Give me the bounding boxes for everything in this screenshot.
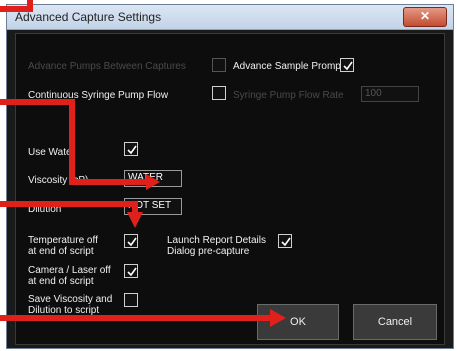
camera-laser-off-label-line2: at end of script: [28, 276, 94, 287]
dilution-label: Dilution: [28, 204, 62, 215]
close-button[interactable]: ✕: [403, 7, 447, 27]
dialog-title: Advanced Capture Settings: [15, 10, 162, 24]
temperature-off-label-line2: at end of script: [28, 246, 94, 257]
save-viscosity-checkbox[interactable]: [124, 293, 138, 307]
check-icon: [127, 267, 137, 277]
check-icon: [281, 237, 291, 247]
dilution-input[interactable]: NOT SET: [124, 198, 182, 215]
use-water-checkbox[interactable]: [124, 142, 138, 156]
camera-laser-off-label-line1: Camera / Laser off: [28, 265, 111, 276]
launch-report-checkbox[interactable]: [278, 234, 292, 248]
check-icon: [343, 61, 353, 71]
launch-report-label-line1: Launch Report Details: [167, 235, 266, 246]
check-icon: [127, 145, 137, 155]
dialog-window: Advanced Capture Settings ✕ Advance Pump…: [6, 4, 454, 349]
save-viscosity-label-line1: Save Viscosity and: [28, 294, 113, 305]
close-icon: ✕: [419, 9, 431, 23]
ok-button[interactable]: OK: [257, 304, 339, 340]
temperature-off-checkbox[interactable]: [124, 234, 138, 248]
syringe-flow-rate-input[interactable]: 100: [361, 86, 419, 102]
check-icon: [127, 237, 137, 247]
launch-report-label-line2: Dialog pre-capture: [167, 246, 250, 257]
use-water-label: Use Water: [28, 147, 75, 158]
settings-panel: Advance Pumps Between Captures Advance S…: [15, 33, 445, 345]
viscosity-label: Viscosity (cP): [28, 175, 89, 186]
continuous-syringe-checkbox[interactable]: [212, 86, 226, 100]
cancel-button[interactable]: Cancel: [353, 304, 437, 340]
title-bar: Advanced Capture Settings ✕: [7, 5, 453, 30]
advance-pumps-checkbox[interactable]: [212, 58, 226, 72]
temperature-off-label-line1: Temperature off: [28, 235, 98, 246]
advance-sample-prompt-label: Advance Sample Prompt: [233, 61, 344, 72]
advance-sample-prompt-checkbox[interactable]: [340, 58, 354, 72]
viscosity-input[interactable]: WATER: [124, 170, 182, 187]
syringe-flow-rate-label: Syringe Pump Flow Rate: [233, 90, 344, 101]
advance-pumps-label: Advance Pumps Between Captures: [28, 61, 186, 72]
continuous-syringe-label: Continuous Syringe Pump Flow: [28, 90, 169, 101]
save-viscosity-label-line2: Dilution to script: [28, 305, 100, 316]
camera-laser-off-checkbox[interactable]: [124, 264, 138, 278]
